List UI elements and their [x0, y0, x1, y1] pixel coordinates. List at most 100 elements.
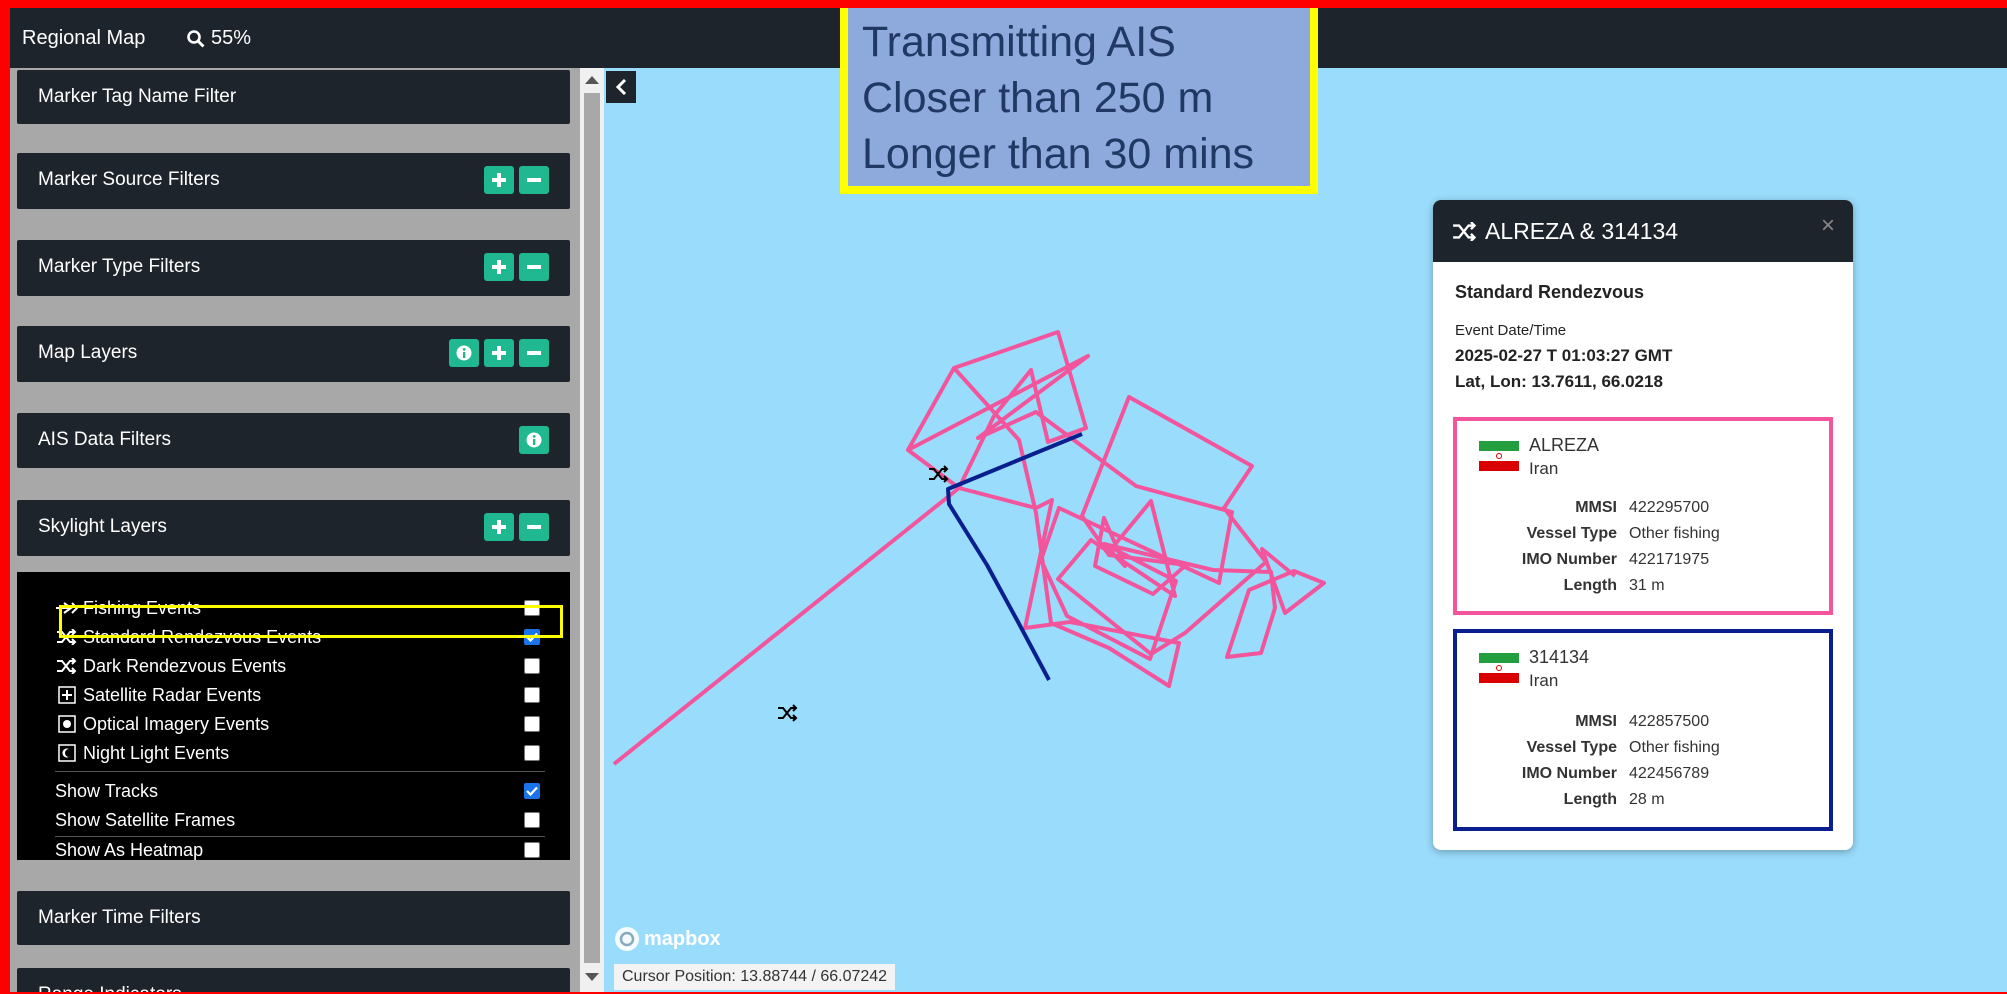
annotation-callout: Transmitting AIS Closer than 250 m Longe… [840, 8, 1318, 194]
field-value: Other fishing [1629, 739, 1720, 756]
panel-marker-tag-name-filter[interactable]: Marker Tag Name Filter [17, 70, 570, 124]
check-icon [526, 786, 538, 796]
vessel-name: 314134 [1529, 647, 1590, 667]
layer-row-show-tracks[interactable]: Show Tracks [55, 777, 540, 805]
scroll-down-icon[interactable] [585, 973, 599, 981]
panel-label: AIS Data Filters [38, 429, 172, 450]
panel-map-layers[interactable]: Map Layers [17, 326, 570, 382]
layer-label: Show Tracks [55, 780, 159, 801]
layer-checkbox[interactable] [524, 842, 540, 858]
highlight-box [59, 605, 563, 638]
add-button[interactable] [484, 166, 514, 194]
event-datetime-label: Event Date/Time [1455, 322, 1567, 339]
remove-button[interactable] [519, 339, 549, 367]
plus-icon [492, 173, 506, 187]
panel-label: Range Indicators [38, 984, 182, 992]
add-button[interactable] [484, 339, 514, 367]
field-key: Length [1563, 791, 1617, 808]
iran-flag-icon [1479, 653, 1519, 683]
annotation-line: Closer than 250 m [862, 74, 1214, 122]
panel-marker-type-filters[interactable]: Marker Type Filters [17, 240, 570, 296]
rendezvous-marker[interactable] [778, 704, 798, 722]
remove-button[interactable] [519, 166, 549, 194]
sidebar: Marker Tag Name Filter Marker Source Fil… [10, 68, 580, 992]
event-datetime: 2025-02-27 T 01:03:27 GMT [1455, 346, 1673, 365]
shuffle-icon [55, 658, 79, 674]
scrollbar-thumb[interactable] [584, 93, 600, 963]
minus-icon [527, 265, 541, 269]
panel-skylight-layers[interactable]: Skylight Layers [17, 500, 570, 556]
annotation-line: Longer than 30 mins [862, 130, 1255, 178]
layer-row-night-light-events[interactable]: Night Light Events [55, 739, 540, 767]
panel-label: Marker Source Filters [38, 169, 220, 190]
app-title: Regional Map [22, 27, 146, 49]
field-key: IMO Number [1521, 765, 1617, 782]
field-value: Other fishing [1629, 525, 1720, 542]
field-value: 422456789 [1629, 765, 1710, 782]
layer-checkbox[interactable] [524, 687, 540, 703]
layer-row-show-as-heatmap[interactable]: Show As Heatmap [55, 836, 540, 864]
layer-label: Optical Imagery Events [83, 713, 270, 734]
layer-row-optical-imagery-events[interactable]: Optical Imagery Events [55, 710, 540, 738]
add-button[interactable] [484, 253, 514, 281]
popup-header: ALREZA & 314134 × [1433, 200, 1853, 262]
field-key: Vessel Type [1526, 739, 1617, 756]
minus-icon [527, 525, 541, 529]
chevron-left-icon [615, 79, 627, 95]
layer-checkbox[interactable] [524, 812, 540, 828]
layer-label: Satellite Radar Events [83, 684, 262, 705]
panel-marker-time-filters[interactable]: Marker Time Filters [17, 891, 570, 945]
info-button[interactable] [519, 426, 549, 454]
event-latlon: Lat, Lon: 13.7611, 66.0218 [1455, 372, 1663, 391]
vessel-card-alreza[interactable]: ALREZA Iran MMSI 422295700 Vessel Type Oth… [1453, 417, 1833, 615]
shuffle-icon [1453, 222, 1477, 241]
night-light-icon [55, 744, 79, 762]
popup-title: ALREZA & 314134 [1485, 218, 1679, 244]
remove-button[interactable] [519, 513, 549, 541]
field-key: Vessel Type [1526, 525, 1617, 542]
panel-marker-source-filters[interactable]: Marker Source Filters [17, 153, 570, 209]
layer-label: Dark Rendezvous Events [83, 655, 287, 676]
sidebar-scrollbar[interactable] [580, 68, 604, 992]
panel-label: Marker Tag Name Filter [38, 86, 237, 107]
layer-row-satellite-radar-events[interactable]: Satellite Radar Events [55, 681, 540, 709]
layer-checkbox-checked[interactable] [524, 783, 540, 799]
close-button[interactable]: × [1821, 212, 1835, 240]
field-value: 422857500 [1629, 713, 1710, 730]
zoom-level: 55% [211, 27, 252, 49]
layer-checkbox[interactable] [524, 745, 540, 761]
collapse-sidebar-button[interactable] [606, 71, 636, 103]
layer-checkbox[interactable] [524, 716, 540, 732]
layer-row-show-satellite-frames[interactable]: Show Satellite Frames [55, 806, 540, 834]
vessel-country: Iran [1529, 459, 1559, 478]
scroll-up-icon[interactable] [585, 76, 599, 84]
panel-label: Marker Type Filters [38, 256, 201, 277]
zoom-indicator[interactable]: 55% [187, 27, 251, 50]
mapbox-logo[interactable]: mapbox [614, 926, 721, 952]
rendezvous-marker[interactable] [929, 465, 949, 483]
info-button[interactable] [449, 339, 479, 367]
info-icon [526, 432, 542, 448]
layer-checkbox[interactable] [524, 658, 540, 674]
event-type: Standard Rendezvous [1455, 282, 1645, 302]
add-button[interactable] [484, 513, 514, 541]
vessel-country: Iran [1529, 671, 1559, 690]
layer-label: Night Light Events [83, 742, 230, 763]
minus-icon [527, 178, 541, 182]
optical-icon [55, 715, 79, 733]
layer-row-dark-rendezvous-events[interactable]: Dark Rendezvous Events [55, 652, 540, 680]
field-value: 28 m [1629, 791, 1665, 808]
panel-label: Skylight Layers [38, 516, 167, 537]
vessel-name: ALREZA [1529, 435, 1600, 455]
remove-button[interactable] [519, 253, 549, 281]
panel-range-indicators[interactable]: Range Indicators [17, 968, 570, 992]
vessel-card-314134[interactable]: 314134 Iran MMSI 422857500 Vessel Type Oth… [1453, 629, 1833, 831]
field-key: MMSI [1575, 499, 1617, 516]
divider [55, 771, 545, 772]
track-alreza-loop [906, 330, 1181, 688]
plus-icon [492, 260, 506, 274]
layer-label: Show As Heatmap [55, 839, 204, 860]
field-value: 31 m [1629, 577, 1665, 594]
minus-icon [527, 351, 541, 355]
panel-ais-data-filters[interactable]: AIS Data Filters [17, 413, 570, 468]
